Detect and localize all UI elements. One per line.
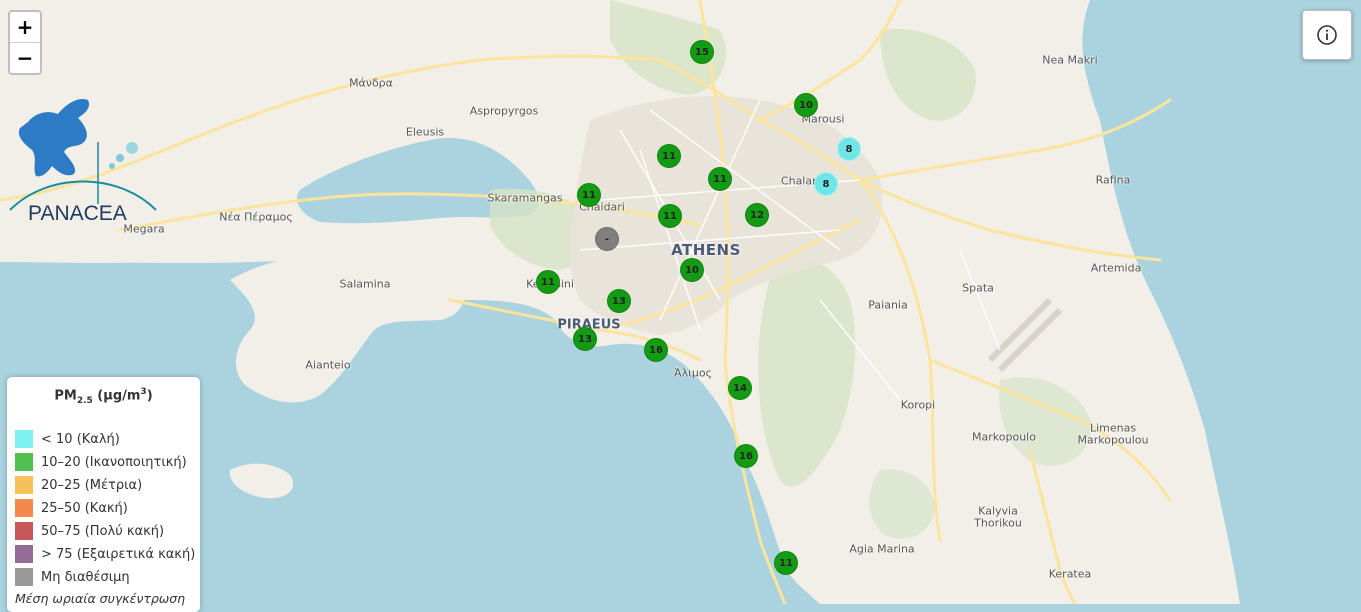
station-marker[interactable]: 15 (690, 40, 714, 64)
place-label-keratea: Keratea (1048, 567, 1092, 581)
legend-label: < 10 (Καλή) (41, 431, 120, 447)
legend-item: 50–75 (Πολύ κακή) (15, 520, 200, 543)
place-label-artemida: Artemida (1090, 261, 1142, 275)
zoom-in-button[interactable]: + (10, 12, 40, 42)
zoom-out-button[interactable]: − (10, 42, 40, 73)
station-marker[interactable]: - (595, 227, 619, 251)
legend-item: 20–25 (Μέτρια) (15, 474, 200, 497)
station-marker[interactable]: 16 (734, 444, 758, 468)
place-label-mandra: Μάνδρα (349, 76, 393, 90)
place-label-koropi: Koropi (900, 398, 936, 412)
place-label-skaramangas: Skaramangas (487, 191, 563, 205)
station-marker[interactable]: 11 (577, 183, 601, 207)
legend-title: PM2.5 (μg/m3) (54, 387, 153, 406)
legend-swatch (15, 545, 33, 564)
legend-swatch (15, 453, 33, 472)
legend-swatch (15, 568, 33, 587)
station-marker[interactable]: 8 (837, 137, 861, 161)
place-label-spata: Spata (962, 281, 994, 295)
legend-label: > 75 (Εξαιρετικά κακή) (41, 546, 196, 562)
legend-swatch (15, 499, 33, 518)
station-marker[interactable]: 16 (644, 338, 668, 362)
legend-swatch (15, 430, 33, 449)
station-marker[interactable]: 8 (814, 172, 838, 196)
station-marker[interactable]: 11 (657, 144, 681, 168)
place-label-salamina: Salamina (339, 277, 391, 291)
place-label-nea-makri: Nea Makri (1042, 53, 1098, 67)
station-marker[interactable]: 10 (794, 93, 818, 117)
place-label-eleusis: Eleusis (405, 125, 445, 139)
pm25-legend: PM2.5 (μg/m3) < 10 (Καλή) 10–20 (Ικανοπο… (7, 377, 200, 612)
legend-label: 10–20 (Ικανοποιητική) (41, 454, 187, 470)
station-marker[interactable]: 10 (680, 258, 704, 282)
station-marker[interactable]: 11 (658, 204, 682, 228)
station-marker[interactable]: 11 (536, 270, 560, 294)
place-label-nea-peramos: Νέα Πέραμος (219, 210, 293, 224)
station-marker[interactable]: 13 (607, 289, 631, 313)
panacea-logo: PANACEA (9, 98, 157, 225)
legend-items: < 10 (Καλή) 10–20 (Ικανοποιητική) 20–25 … (15, 428, 200, 589)
legend-swatch (15, 476, 33, 495)
place-label-aianteio: Aianteio (305, 358, 351, 372)
place-label-markopoulo: Markopoulo (972, 430, 1036, 444)
info-icon (1317, 25, 1337, 45)
station-marker[interactable]: 11 (774, 551, 798, 575)
place-label-paiania: Paiania (868, 298, 908, 312)
legend-item: > 75 (Εξαιρετικά κακή) (15, 543, 200, 566)
legend-label: 20–25 (Μέτρια) (41, 477, 143, 493)
svg-text:PANACEA: PANACEA (28, 202, 127, 225)
legend-item: 25–50 (Κακή) (15, 497, 200, 520)
legend-item: 10–20 (Ικανοποιητική) (15, 451, 200, 474)
legend-label: 25–50 (Κακή) (41, 500, 128, 516)
place-label-thorikou: Thorikou (974, 516, 1022, 530)
place-label-alimos: Άλιμος (673, 366, 713, 380)
station-marker[interactable]: 13 (573, 327, 597, 351)
place-label-rafina: Rafina (1095, 173, 1131, 187)
station-marker[interactable]: 14 (728, 376, 752, 400)
place-label-agia-marina: Agia Marina (849, 542, 915, 556)
info-button[interactable] (1302, 10, 1352, 60)
map-background[interactable] (0, 0, 1361, 604)
zoom-control: + − (8, 10, 42, 75)
legend-label: 50–75 (Πολύ κακή) (41, 523, 165, 539)
place-label-limenas-markopoulou: Markopoulou (1077, 433, 1149, 447)
station-marker[interactable]: 12 (745, 203, 769, 227)
greece-map-icon (18, 98, 90, 177)
place-label-aspropyrgos: Aspropyrgos (469, 104, 539, 118)
legend-item: < 10 (Καλή) (15, 428, 200, 451)
place-label-athens: ATHENS (671, 241, 741, 259)
legend-item: Μη διαθέσιμη (15, 566, 200, 589)
legend-swatch (15, 522, 33, 541)
station-marker[interactable]: 11 (708, 167, 732, 191)
legend-label: Μη διαθέσιμη (41, 569, 130, 585)
